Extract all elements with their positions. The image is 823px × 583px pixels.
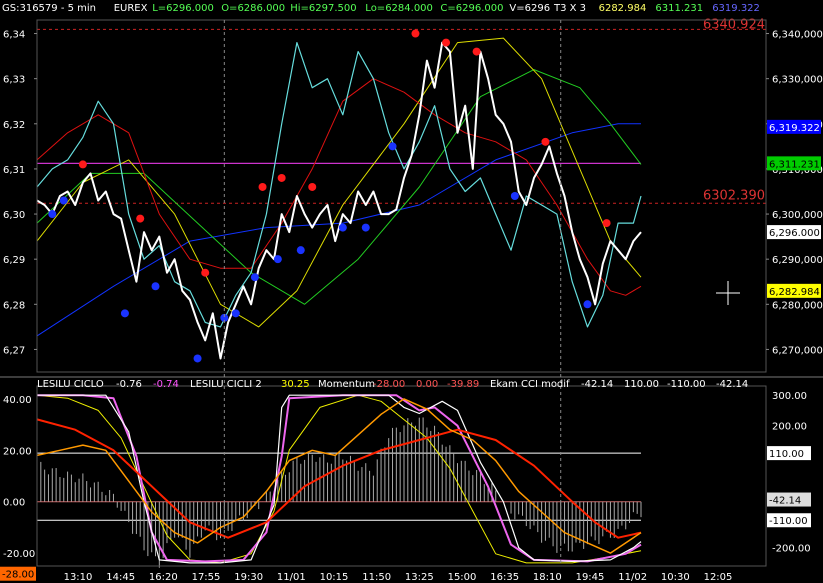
time-label-15: 12:05 — [704, 572, 733, 583]
time-label-6: 10:15 — [320, 572, 349, 583]
header-item-5: Lo=6284.000 — [365, 3, 433, 14]
time-label-11: 18:10 — [533, 572, 562, 583]
indicator-header-item-11: 110.00 — [624, 379, 659, 390]
header-item-3: O=6286.000 — [221, 3, 285, 14]
indicator-left-tag-0: -28.00 — [2, 570, 34, 581]
trough-dot-9 — [296, 246, 305, 255]
time-label-10: 16:35 — [490, 572, 519, 583]
header-item-11: 6319.322 — [712, 3, 760, 14]
price-tag-2: 6,296.000 — [769, 228, 820, 239]
price-tag-1: 6,311.231 — [769, 159, 820, 170]
price-right-tick-0: 6,340,000 — [772, 30, 823, 41]
time-label-9: 15:00 — [448, 572, 477, 583]
indicator-header-item-0: LESILU CICLO — [37, 379, 104, 390]
price-right-tick-6: 6,280,000 — [772, 300, 823, 311]
trough-dot-14 — [583, 300, 592, 309]
trough-dot-13 — [510, 192, 519, 200]
time-label-0: 13:10 — [64, 572, 93, 583]
header-item-6: C=6296.000 — [440, 3, 503, 14]
header-item-2: L=6296.000 — [152, 3, 214, 14]
indicator-header-item-1: -0.76 — [116, 379, 142, 390]
price-right-tick-5: 6,290,000 — [772, 255, 823, 266]
price-right-tick-4: 6,300,000 — [772, 210, 823, 221]
indicator-header-item-9: Ekam CCI modif — [490, 379, 570, 390]
peak-dot-5 — [308, 182, 317, 191]
peak-dot-0 — [78, 160, 87, 169]
indicator-header-item-8: -39.89 — [447, 379, 479, 390]
indicator-left-tick-2: 0.00 — [3, 498, 25, 509]
time-label-14: 10:30 — [661, 572, 690, 583]
indicator-left-tick-1: 20.00 — [3, 446, 32, 457]
trough-dot-10 — [338, 223, 347, 232]
trough-dot-7 — [250, 273, 259, 282]
trough-dot-11 — [361, 223, 370, 232]
header-item-8: T3 X 3 — [553, 3, 586, 14]
price-tag-0: 6,319.322 — [769, 123, 820, 134]
trough-dot-4 — [193, 354, 202, 363]
indicator-right-tick-1: 200.00 — [772, 422, 807, 433]
indicator-left-tick-0: 40.00 — [3, 395, 32, 406]
peak-dot-1 — [136, 214, 145, 223]
price-left-tick-0: 6,34 — [3, 30, 25, 41]
indicator-header-item-5: Momentum — [318, 379, 375, 390]
indicator-right-tick-4: -200.00 — [772, 544, 811, 555]
peak-dot-4 — [277, 173, 286, 182]
peak-dot-9 — [541, 137, 550, 146]
indicator-header-item-13: -42.14 — [716, 379, 748, 390]
price-left-tick-7: 6,27 — [3, 345, 25, 356]
indicator-header-item-3: LESILU CICLI 2 — [190, 379, 262, 390]
indicator-header-item-7: 0.00 — [416, 379, 438, 390]
indicator-right-tick-0: 300.00 — [772, 391, 807, 402]
header-item-7: V=6296 — [509, 3, 550, 14]
price-tag-3: 6,282.984 — [769, 287, 820, 298]
indicator-left-tick-3: -20.00 — [3, 549, 35, 560]
indicator-header-item-12: -110.00 — [667, 379, 706, 390]
header-item-0: GS:316579 - 5 min — [2, 3, 96, 14]
trough-dot-1 — [59, 196, 68, 205]
time-label-13: 11/02 — [618, 572, 647, 583]
price-left-tick-2: 6,32 — [3, 120, 25, 131]
time-label-7: 11:50 — [362, 572, 391, 583]
time-label-5: 11/01 — [277, 572, 306, 583]
peak-dot-7 — [442, 38, 451, 47]
peak-dot-3 — [258, 182, 267, 191]
trough-dot-3 — [151, 282, 160, 291]
header-item-10: 6311.231 — [655, 3, 703, 14]
price-left-tick-6: 6,28 — [3, 300, 25, 311]
peak-dot-10 — [602, 219, 611, 228]
time-label-1: 14:45 — [106, 572, 135, 583]
time-label-2: 16:20 — [149, 572, 178, 583]
indicator-right-tag-2: -110.00 — [769, 516, 808, 527]
indicator-right-tag-0: 110.00 — [769, 449, 804, 460]
indicator-right-tag-1: -42.14 — [769, 496, 801, 507]
indicator-header-item-4: 30.25 — [281, 379, 310, 390]
level-label-mid: 6302.390 — [703, 188, 765, 203]
trough-dot-12 — [388, 142, 397, 151]
time-label-3: 17:55 — [192, 572, 221, 583]
time-label-8: 13:25 — [405, 572, 434, 583]
price-left-tick-4: 6,30 — [3, 210, 25, 221]
header-item-9: 6282.984 — [599, 3, 647, 14]
peak-dot-2 — [201, 268, 210, 277]
trough-dot-8 — [273, 255, 282, 264]
trough-dot-6 — [231, 309, 240, 318]
price-right-tick-7: 6,270,000 — [772, 345, 823, 356]
time-label-4: 19:30 — [234, 572, 263, 583]
price-left-tick-5: 6,29 — [3, 255, 25, 266]
indicator-header-item-10: -42.14 — [581, 379, 613, 390]
time-label-12: 19:45 — [576, 572, 605, 583]
price-right-tick-1: 6,330,000 — [772, 75, 823, 86]
indicator-header-item-6: -28.00 — [373, 379, 405, 390]
price-left-tick-3: 6,31 — [3, 165, 25, 176]
header-item-4: Hi=6297.500 — [290, 3, 356, 14]
trough-dot-2 — [120, 309, 129, 318]
trading-chart[interactable]: 6340.9246302.390 6,346,336,326,316,306,2… — [0, 0, 823, 583]
price-left-tick-1: 6,33 — [3, 75, 25, 86]
trough-dot-0 — [48, 210, 57, 219]
header-item-1: EUREX — [114, 3, 148, 14]
peak-dot-8 — [472, 47, 481, 56]
indicator-header-item-2: -0.74 — [153, 379, 179, 390]
peak-dot-6 — [411, 29, 420, 38]
